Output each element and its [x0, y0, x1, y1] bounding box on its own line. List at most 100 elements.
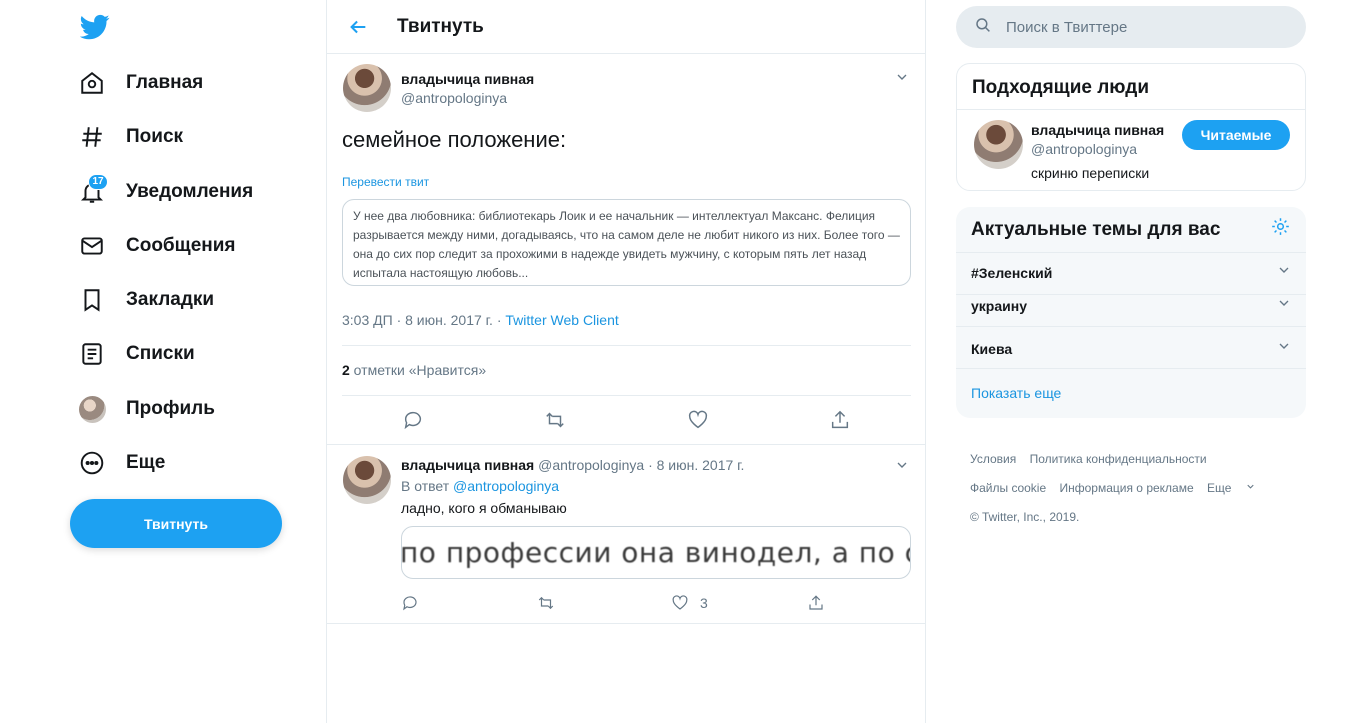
nav-item-label: Списки [126, 343, 195, 364]
footer-more-label: Еще [1207, 481, 1232, 495]
retweet-icon[interactable] [537, 594, 555, 612]
share-icon[interactable] [828, 408, 852, 432]
reply-date[interactable]: · 8 июн. 2017 г. [648, 457, 744, 473]
nav-item-label: Еще [126, 452, 166, 473]
reply-icon[interactable] [401, 408, 425, 432]
main-header: Твитнуть [327, 0, 925, 54]
author-handle[interactable]: @antropologinya [538, 457, 644, 473]
notification-badge: 17 [88, 174, 108, 190]
tweet-text: семейное положение: [342, 127, 567, 152]
back-arrow-icon[interactable] [345, 14, 371, 40]
reply-to-line: В ответ @antropologinya [401, 478, 559, 494]
trend-item[interactable]: #Зеленский [956, 253, 1306, 295]
footer-link-terms[interactable]: Условия [970, 452, 1016, 466]
footer-link-ads[interactable]: Информация о рекламе [1060, 481, 1194, 495]
trend-name: Киева [971, 341, 1013, 357]
card-title: Подходящие люди [957, 64, 1305, 110]
copyright: © Twitter, Inc., 2019. [970, 510, 1080, 524]
search-input[interactable] [1006, 18, 1286, 36]
likes-stat[interactable]: 2 отметки «Нравится» [342, 362, 486, 378]
gear-icon[interactable] [1270, 216, 1291, 243]
divider [342, 395, 911, 396]
trend-name: украину [971, 298, 1027, 314]
nav-item-label: Закладки [126, 289, 215, 310]
page-title: Твитнуть [397, 15, 484, 37]
share-icon[interactable] [807, 594, 825, 612]
footer-row: © Twitter, Inc., 2019. [970, 510, 1089, 524]
trend-item[interactable]: Киева [956, 327, 1306, 369]
nav-item-explore[interactable]: Поиск [78, 117, 183, 157]
nav-item-label: Уведомления [126, 181, 254, 202]
list-icon [78, 340, 106, 368]
nav-item-label: Профиль [126, 398, 215, 419]
nav-item-messages[interactable]: Сообщения [78, 226, 236, 266]
media-caption-text: по профессии она винодел, а по семейному… [401, 536, 910, 569]
bell-icon: 17 [78, 174, 108, 206]
suggested-user-bio: скриню переписки [1031, 165, 1150, 181]
search-bar[interactable] [956, 6, 1306, 48]
tweet-meta: 3:03 ДП · 8 июн. 2017 г. · Twitter Web C… [342, 312, 619, 328]
author-name[interactable]: владычица пивная [401, 457, 534, 473]
likes-count: 2 [342, 362, 350, 378]
profile-icon-wrapper [78, 395, 106, 423]
card-title: Актуальные темы для вас [971, 218, 1221, 240]
avatar[interactable] [343, 64, 391, 112]
home-icon [78, 69, 106, 97]
like-count: 3 [700, 595, 708, 611]
bookmark-icon [78, 286, 106, 314]
reply-header: владычица пивная @antropologinya · 8 июн… [401, 457, 744, 473]
avatar[interactable] [343, 456, 391, 504]
who-to-follow-card: Подходящие люди владычица пивная @antrop… [956, 63, 1306, 191]
footer-row: Файлы cookie Информация о рекламе Еще [970, 481, 1266, 495]
following-button[interactable]: Читаемые [1182, 120, 1290, 150]
avatar [78, 395, 106, 423]
author-name[interactable]: владычица пивная [401, 71, 534, 87]
nav-item-more[interactable]: Еще [78, 443, 165, 483]
nav-item-lists[interactable]: Списки [78, 334, 195, 374]
reply-icon[interactable] [401, 594, 419, 612]
footer-link-privacy[interactable]: Политика конфиденциальности [1030, 452, 1207, 466]
nav-item-label: Поиск [126, 126, 184, 147]
suggested-user-name[interactable]: владычица пивная [1031, 122, 1164, 138]
trend-name: #Зеленский [971, 265, 1053, 281]
nav-item-home[interactable]: Главная [78, 63, 203, 103]
reply-to-label: В ответ [401, 478, 454, 494]
reply-tweet[interactable]: владычица пивная @antropologinya · 8 июн… [327, 444, 925, 624]
chevron-down-icon[interactable] [1276, 338, 1292, 359]
nav-item-profile[interactable]: Профиль [78, 389, 215, 429]
divider [342, 345, 911, 346]
tweet-text: ладно, кого я обманываю [401, 500, 567, 516]
retweet-icon[interactable] [543, 408, 567, 432]
likes-label: отметки «Нравится» [349, 362, 487, 378]
main-column: Твитнуть владычица пивная @antropologiny… [326, 0, 926, 723]
tweet-timestamp[interactable]: 3:03 ДП · 8 июн. 2017 г. · [342, 312, 505, 328]
chevron-down-icon [1247, 484, 1254, 489]
chevron-down-icon[interactable] [1276, 262, 1292, 283]
author-handle[interactable]: @antropologinya [401, 90, 507, 106]
focused-tweet: владычица пивная @antropologinya семейно… [327, 54, 925, 445]
suggested-user-handle[interactable]: @antropologinya [1031, 141, 1137, 157]
nav-item-bookmarks[interactable]: Закладки [78, 280, 214, 320]
footer-more-menu[interactable]: Еще [1207, 481, 1256, 495]
nav-item-label: Главная [126, 72, 204, 93]
trends-header: Актуальные темы для вас [956, 207, 1306, 253]
envelope-icon [78, 232, 106, 260]
nav-item-notifications[interactable]: 17 Уведомления [78, 172, 253, 212]
like-icon[interactable] [686, 408, 710, 432]
like-icon [672, 595, 688, 610]
chevron-down-icon[interactable] [1276, 295, 1292, 316]
chevron-down-icon[interactable] [893, 68, 911, 86]
translate-tweet-link[interactable]: Перевести твит [342, 175, 429, 189]
chevron-down-icon[interactable] [893, 456, 911, 474]
footer-link-cookies[interactable]: Файлы cookie [970, 481, 1046, 495]
reply-to-handle[interactable]: @antropologinya [453, 478, 559, 494]
tweet-media-image[interactable]: по профессии она винодел, а по семейному… [401, 526, 911, 579]
avatar[interactable] [974, 120, 1023, 169]
compose-tweet-button[interactable]: Твитнуть [70, 499, 282, 548]
like-button[interactable]: 3 [671, 594, 708, 612]
trend-item[interactable]: украину [956, 295, 1306, 327]
search-icon [974, 16, 992, 39]
tweet-client-link[interactable]: Twitter Web Client [505, 312, 618, 328]
twitter-bird-icon[interactable] [79, 12, 110, 42]
show-more-link[interactable]: Показать еще [971, 385, 1061, 401]
